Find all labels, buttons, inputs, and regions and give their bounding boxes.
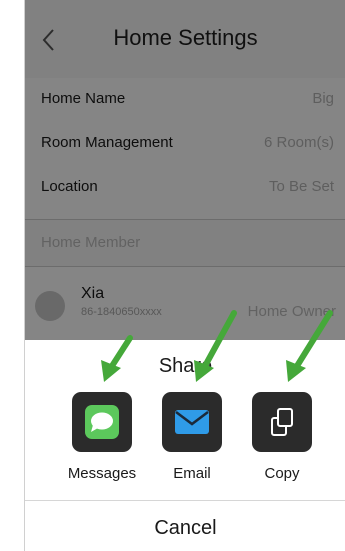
arrow-icon	[194, 310, 237, 382]
pointer-arrows	[101, 310, 333, 382]
arrow-icon	[286, 310, 333, 382]
arrow-icon	[101, 335, 133, 382]
